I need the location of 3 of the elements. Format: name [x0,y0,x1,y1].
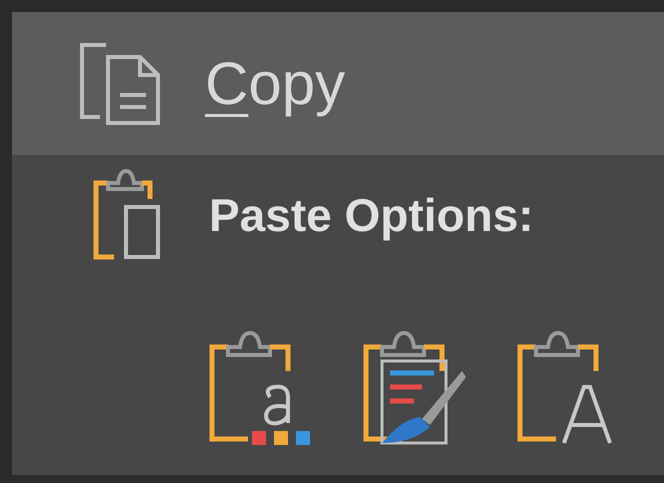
copy-icon [78,42,162,124]
paste-options-label: Paste Options: [209,192,534,238]
copy-menu-item[interactable]: Copy [12,12,664,155]
